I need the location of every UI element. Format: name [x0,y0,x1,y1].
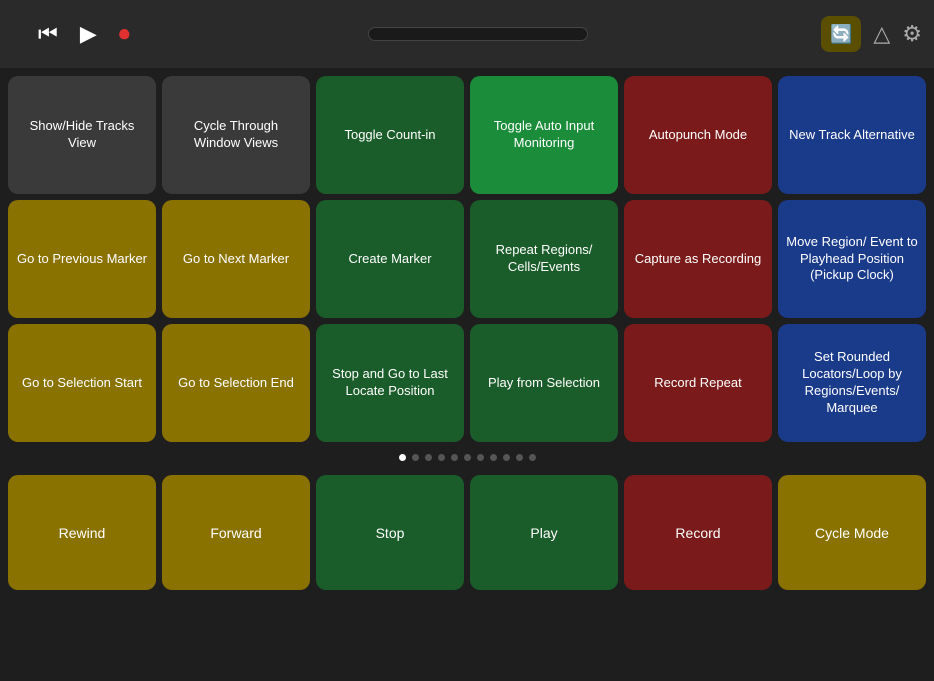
button-grid: Show/Hide Tracks ViewCycle Through Windo… [8,76,926,442]
pagination-dot-10[interactable] [529,454,536,461]
grid-cell-r1-c5[interactable]: Move Region/ Event to Playhead Position … [778,200,926,318]
bottom-cell-1[interactable]: Forward [162,475,310,590]
pagination-dot-9[interactable] [516,454,523,461]
grid-cell-r1-c4[interactable]: Capture as Recording [624,200,772,318]
rewind-button[interactable]: ⏮ [34,17,62,51]
grid-cell-r0-c5[interactable]: New Track Alternative [778,76,926,194]
pagination-dots [0,446,934,469]
pagination-dot-5[interactable] [464,454,471,461]
bottom-cell-4[interactable]: Record [624,475,772,590]
grid-cell-r0-c2[interactable]: Toggle Count-in [316,76,464,194]
grid-cell-r2-c5[interactable]: Set Rounded Locators/Loop by Regions/Eve… [778,324,926,442]
transport-center [144,27,812,41]
grid-cell-r1-c1[interactable]: Go to Next Marker [162,200,310,318]
pagination-dot-7[interactable] [490,454,497,461]
grid-cell-r2-c4[interactable]: Record Repeat [624,324,772,442]
cycle-button[interactable]: 🔄 [821,16,861,52]
bottom-cell-3[interactable]: Play [470,475,618,590]
transport-box [368,27,588,41]
grid-cell-r2-c0[interactable]: Go to Selection Start [8,324,156,442]
play-button[interactable]: ▶ [76,17,101,51]
bottom-cell-5[interactable]: Cycle Mode [778,475,926,590]
metronome-button[interactable]: △ [873,21,890,47]
pagination-dot-4[interactable] [451,454,458,461]
grid-cell-r1-c0[interactable]: Go to Previous Marker [8,200,156,318]
top-bar: ⏮ ▶ ⏺ 🔄 △ ⚙ [0,0,934,68]
grid-cell-r0-c3[interactable]: Toggle Auto Input Monitoring [470,76,618,194]
pagination-dot-6[interactable] [477,454,484,461]
grid-cell-r0-c4[interactable]: Autopunch Mode [624,76,772,194]
grid-cell-r0-c1[interactable]: Cycle Through Window Views [162,76,310,194]
grid-cell-r1-c3[interactable]: Repeat Regions/ Cells/Events [470,200,618,318]
grid-cell-r1-c2[interactable]: Create Marker [316,200,464,318]
grid-cell-r2-c3[interactable]: Play from Selection [470,324,618,442]
gear-button[interactable]: ⚙ [902,21,922,47]
pagination-dot-0[interactable] [399,454,406,461]
dropdown-arrow-button[interactable] [12,30,20,38]
bottom-bar: RewindForwardStopPlayRecordCycle Mode [0,469,934,598]
pagination-dot-2[interactable] [425,454,432,461]
bottom-cell-0[interactable]: Rewind [8,475,156,590]
top-bar-right: 🔄 △ ⚙ [821,16,922,52]
bottom-cell-2[interactable]: Stop [316,475,464,590]
pagination-dot-3[interactable] [438,454,445,461]
grid-cell-r0-c0[interactable]: Show/Hide Tracks View [8,76,156,194]
grid-cell-r2-c1[interactable]: Go to Selection End [162,324,310,442]
main-grid-area: Show/Hide Tracks ViewCycle Through Windo… [0,68,934,446]
pagination-dot-1[interactable] [412,454,419,461]
pagination-dot-8[interactable] [503,454,510,461]
transport-controls-left: ⏮ ▶ ⏺ [12,17,134,51]
grid-cell-r2-c2[interactable]: Stop and Go to Last Locate Position [316,324,464,442]
record-button[interactable]: ⏺ [115,17,134,51]
